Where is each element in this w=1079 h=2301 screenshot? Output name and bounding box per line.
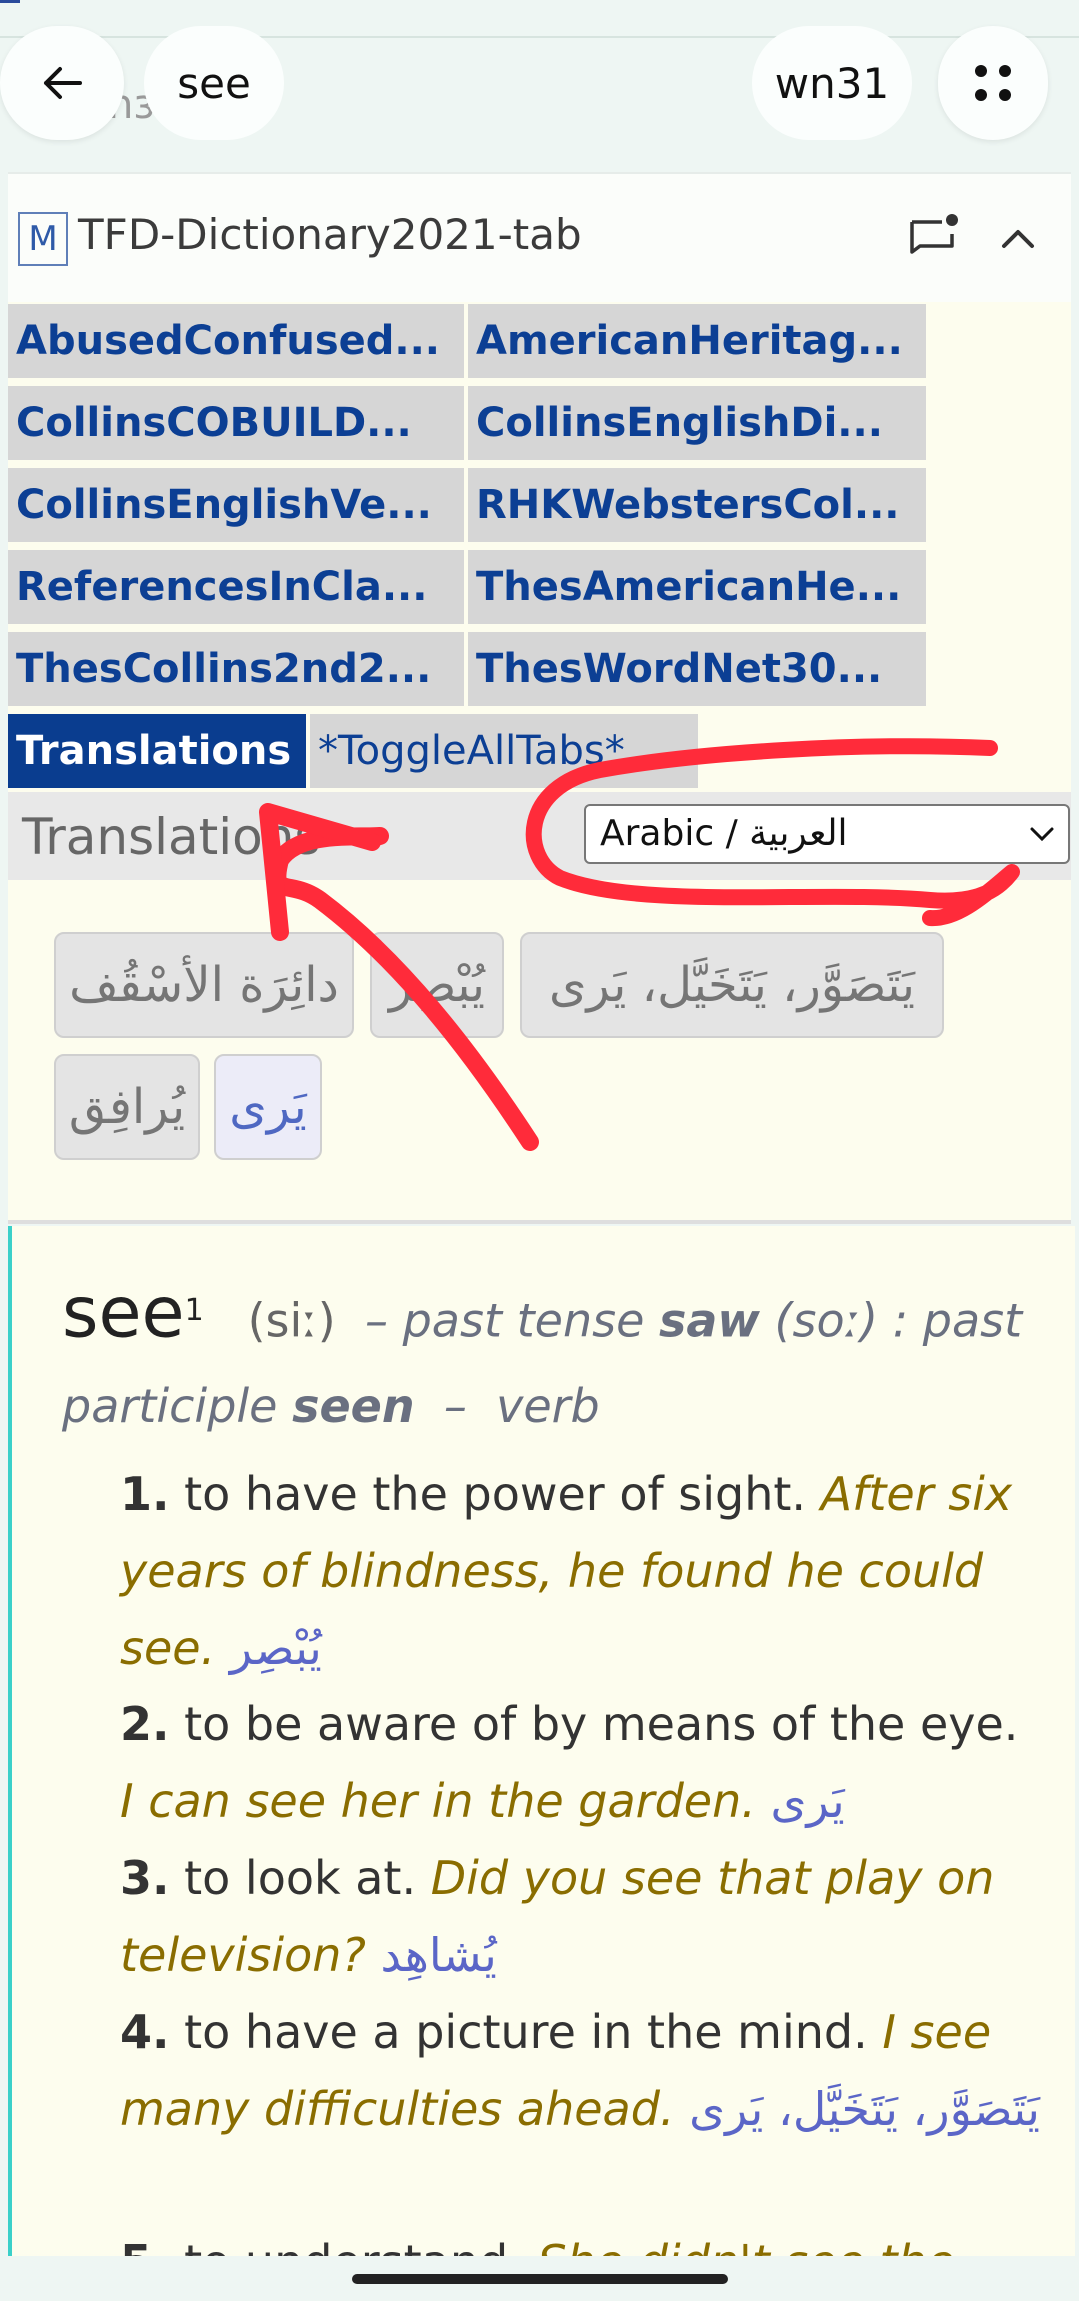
sense-definition: to understand. — [184, 2235, 523, 2256]
translations-row: Translations Arabic / العربية — [8, 792, 1071, 880]
chevron-up-icon[interactable] — [998, 218, 1038, 258]
tab-toggle-all[interactable]: *ToggleAllTabs* — [310, 714, 698, 788]
sense-item: 3. to look at. Did you see that play on … — [120, 1840, 1040, 1994]
translations-label: Translations — [22, 808, 321, 866]
top-accent — [0, 0, 20, 3]
sense-definition: to have a picture in the mind. — [184, 2005, 868, 2059]
tab-abusedconfused[interactable]: AbusedConfused... — [8, 304, 464, 378]
part-of-speech: verb — [496, 1379, 600, 1434]
sense-number: 2. — [120, 1697, 170, 1751]
tab-collinsenglishverbs[interactable]: CollinsEnglishVe... — [8, 468, 464, 542]
tab-collinscobuild[interactable]: CollinsCOBUILD... — [8, 386, 464, 460]
language-selected: Arabic / العربية — [600, 813, 848, 854]
profile-label: wn31 — [774, 58, 890, 108]
past-tense-label: past tense — [402, 1293, 645, 1348]
sense-item: 4. to have a picture in the mind. I see … — [120, 1994, 1040, 2148]
sense-translation[interactable]: يَتَصَوَّر، يَتَخَيَّل، يَرى — [689, 2082, 1040, 2136]
sense-number: 5. — [120, 2235, 169, 2256]
dictionary-header[interactable]: M TFD-Dictionary2021-tab — [8, 172, 1071, 302]
sense-item: 1. to have the power of sight. After six… — [120, 1456, 1040, 1687]
headword: see — [62, 1271, 185, 1354]
search-term-pill[interactable]: see — [144, 26, 284, 140]
chip-translation-selected[interactable]: يَرى — [214, 1054, 322, 1160]
back-button[interactable] — [0, 26, 124, 140]
arrow-left-icon — [44, 67, 82, 99]
dictionary-icon: M — [18, 212, 68, 266]
sense-item: 5. to understand. She didn't see the — [120, 2224, 1040, 2256]
more-button[interactable] — [938, 26, 1048, 140]
chevron-down-icon — [1030, 827, 1054, 842]
translation-chips: دائِرَة الأسْقُف يُبْصِر يَتَصَوَّر، يَت… — [8, 890, 1071, 1224]
search-term: see — [177, 58, 251, 108]
tab-theswordnet[interactable]: ThesWordNet30... — [468, 632, 926, 706]
dash: – — [364, 1293, 388, 1348]
sense-example: She didn't see the — [537, 2235, 955, 2256]
entry-header: see1 (siː) – past tense saw (soː) : past… — [62, 1268, 1042, 1449]
language-select[interactable]: Arabic / العربية — [584, 804, 1070, 864]
sense-definition: to be aware of by means of the eye. — [184, 1697, 1019, 1751]
sense-number: 4. — [120, 2005, 170, 2059]
dictionary-entry: see1 (siː) – past tense saw (soː) : past… — [8, 1226, 1075, 2256]
past-participle: seen — [292, 1379, 415, 1434]
profile-pill[interactable]: wn31 — [752, 26, 912, 140]
top-divider — [0, 36, 1079, 38]
sense-example: I can see her in the garden. — [120, 1774, 756, 1828]
headword-superscript: 1 — [184, 1293, 204, 1328]
past-tense: saw — [659, 1293, 760, 1348]
dictionary-title: TFD-Dictionary2021-tab — [78, 210, 582, 259]
dash: – — [443, 1379, 467, 1434]
tab-rhkwebsters[interactable]: RHKWebstersCol... — [468, 468, 926, 542]
chip-translation[interactable]: يَتَصَوَّر، يَتَخَيَّل، يَرى — [520, 932, 944, 1038]
grid-dots-icon — [975, 65, 1011, 101]
tab-americanheritage[interactable]: AmericanHeritag... — [468, 304, 926, 378]
chip-translation[interactable]: يُبْصِر — [370, 932, 504, 1038]
home-indicator[interactable] — [352, 2274, 728, 2284]
pronunciation: (siː) — [247, 1293, 336, 1348]
chip-translation[interactable]: دائِرَة الأسْقُف — [54, 932, 354, 1038]
sense-translation[interactable]: يُشاهِد — [381, 1928, 497, 1982]
sense-translation[interactable]: يَرى — [771, 1774, 845, 1828]
sense-number: 1. — [120, 1467, 170, 1521]
comment-icon[interactable] — [908, 212, 960, 264]
tab-thesamericanheritage[interactable]: ThesAmericanHe... — [468, 550, 926, 624]
tab-translations[interactable]: Translations — [8, 714, 306, 788]
tab-thescollins[interactable]: ThesCollins2nd2... — [8, 632, 464, 706]
sense-number: 3. — [120, 1851, 170, 1905]
past-tense-pron: (soː) : — [774, 1293, 909, 1348]
sense-translation[interactable]: يُبْصِر — [230, 1621, 322, 1675]
tab-referencesinclassic[interactable]: ReferencesInCla... — [8, 550, 464, 624]
tab-collinsenglishdictionary[interactable]: CollinsEnglishDi... — [468, 386, 926, 460]
chip-translation[interactable]: يُرافِق — [54, 1054, 200, 1160]
sense-item: 2. to be aware of by means of the eye. I… — [120, 1686, 1040, 1840]
sense-definition: to look at. — [184, 1851, 417, 1905]
sense-definition: to have the power of sight. — [184, 1467, 807, 1521]
